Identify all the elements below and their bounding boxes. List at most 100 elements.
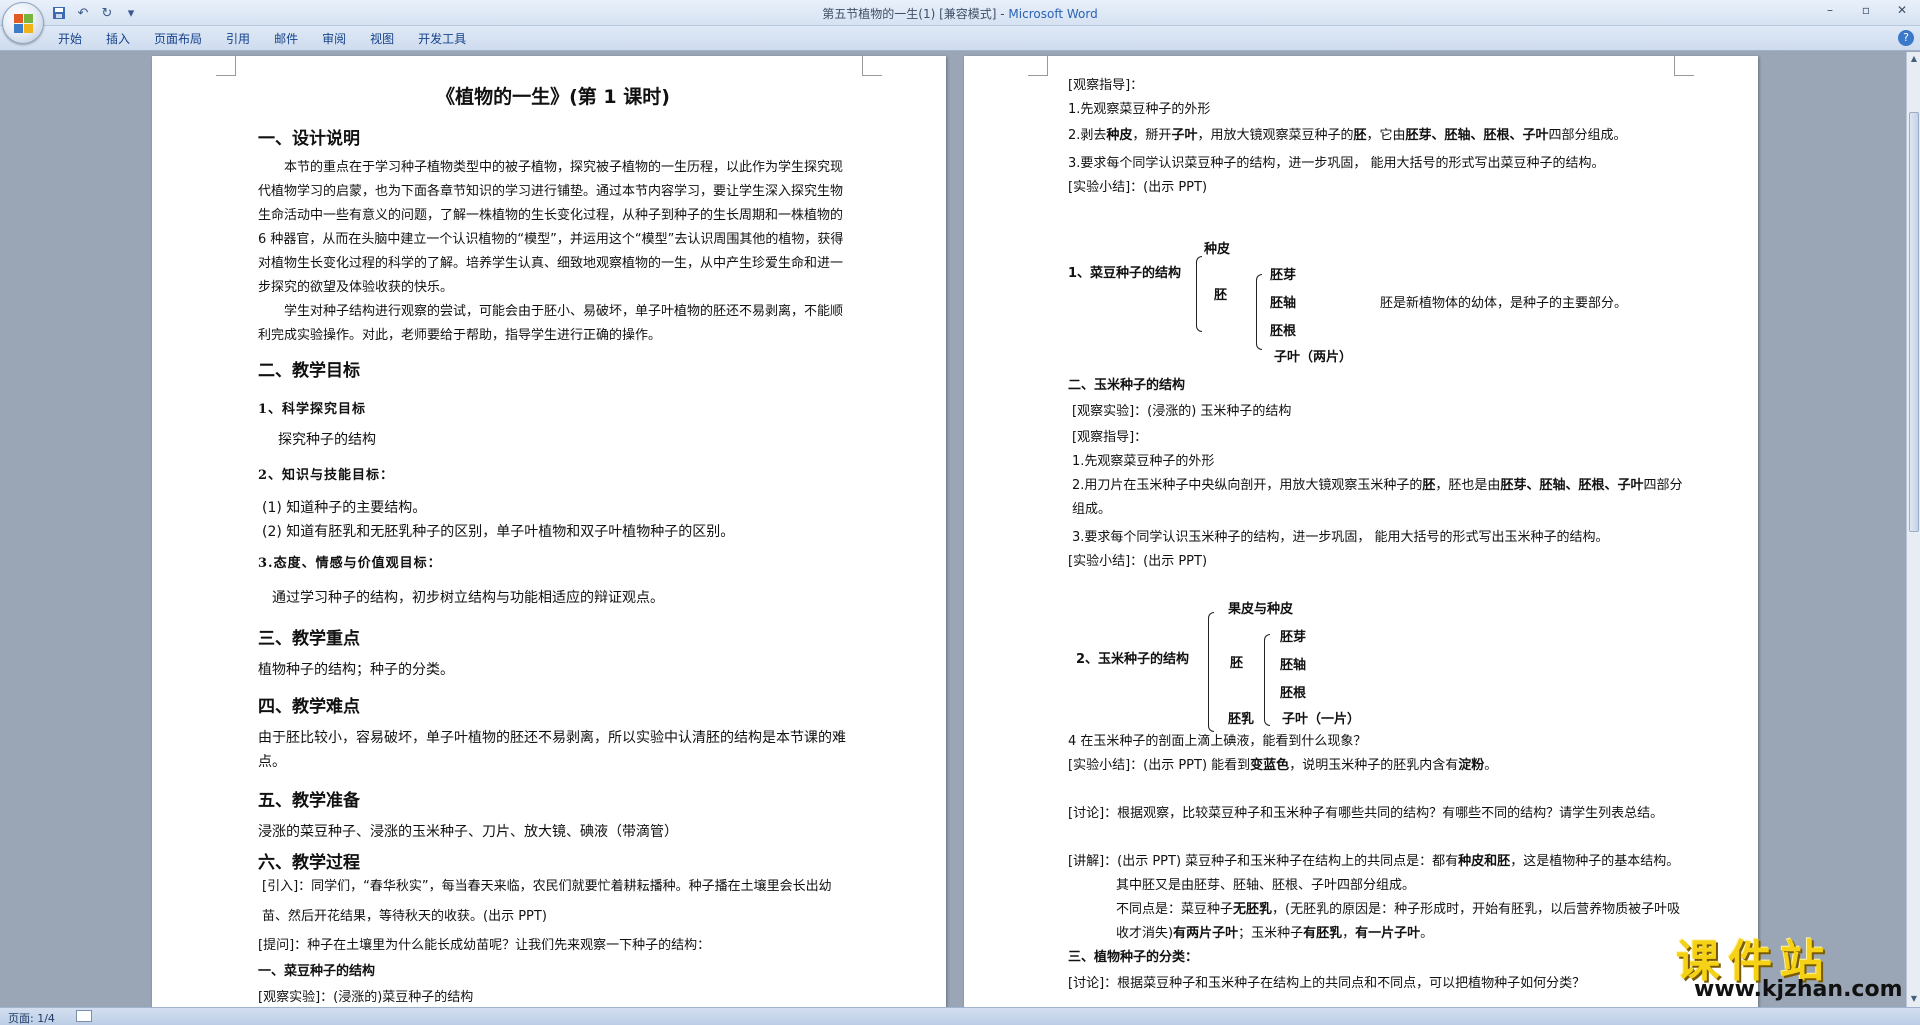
diagram-note: 胚是新植物体的幼体，是种子的主要部分。 <box>1380 296 1628 311</box>
tab-developer[interactable]: 开发工具 <box>406 29 478 49</box>
diagram-node: 胚芽 <box>1270 268 1297 283</box>
diagram-node: 胚轴 <box>1270 296 1297 311</box>
vertical-scrollbar[interactable]: ▲ ▼ <box>1906 52 1920 1007</box>
diagram-node: 子叶（一片） <box>1282 712 1361 727</box>
section-heading: 三、植物种子的分类： <box>1068 950 1199 965</box>
tab-references[interactable]: 引用 <box>214 29 262 49</box>
scroll-down-icon[interactable]: ▼ <box>1907 992 1920 1006</box>
diagram-node: 果皮与种皮 <box>1228 602 1294 617</box>
diagram-node: 胚根 <box>1280 686 1307 701</box>
text-run: ，胚也是由 <box>1435 478 1501 493</box>
diagram-node: 胚芽 <box>1280 630 1307 645</box>
list-item: 3.要求每个同学认识菜豆种子的结构，进一步巩固， 能用大括号的形式写出菜豆种子的… <box>1068 156 1605 171</box>
section-heading: 二、玉米种子的结构 <box>1068 378 1186 393</box>
text-run: 胚 <box>1422 478 1436 493</box>
crop-mark <box>862 56 882 76</box>
document-page-1: 《植物的一生》(第 1 课时) 一、设计说明 本节的重点在于学习种子植物类型中的… <box>152 56 946 1007</box>
list-item: 2.剥去种皮，掰开子叶，用放大镜观察菜豆种子的胚，它由胚芽、胚轴、胚根、子叶四部… <box>1068 124 1688 148</box>
close-button[interactable]: ✕ <box>1884 0 1920 20</box>
text-run: [实验小结]：(出示 PPT) 能看到 <box>1068 758 1251 773</box>
text-run: 不同点是：菜豆种子 <box>1116 902 1234 917</box>
diagram-label: 2、玉米种子的结构 <box>1076 652 1190 667</box>
text-run: 胚 <box>1353 128 1367 143</box>
list-item: 2.用刀片在玉米种子中央纵向剖开，用放大镜观察玉米种子的胚，胚也是由胚芽、胚轴、… <box>1072 474 1692 522</box>
section-heading: 二、教学目标 <box>258 361 360 381</box>
text-run: 有胚乳 <box>1303 926 1343 941</box>
language-icon[interactable] <box>76 1010 92 1022</box>
subsection-heading: 一、菜豆种子的结构 <box>258 964 376 979</box>
text-run: ，用放大镜观察菜豆种子的 <box>1197 128 1354 143</box>
paragraph: [观察指导]： <box>1068 78 1144 93</box>
paragraph: [观察实验]：(浸涨的)菜豆种子的结构 <box>258 990 474 1005</box>
tab-insert[interactable]: 插入 <box>94 29 142 49</box>
office-button[interactable] <box>2 2 44 44</box>
text-run: 有两片子叶 <box>1173 926 1239 941</box>
page-count[interactable]: 页面: 1/4 <box>8 1010 55 1025</box>
tab-mailings[interactable]: 邮件 <box>262 29 310 49</box>
section-heading: 六、教学过程 <box>258 853 360 873</box>
crop-mark <box>1674 56 1694 76</box>
tab-view[interactable]: 视图 <box>358 29 406 49</box>
paragraph: 4 在玉米种子的剖面上滴上碘液，能看到什么现象？ <box>1068 734 1367 749</box>
list-item: (1) 知道种子的主要结构。 <box>262 500 427 516</box>
text-run: 有一片子叶 <box>1355 926 1421 941</box>
diagram-node: 子叶（两片） <box>1274 350 1353 365</box>
paragraph: 探究种子的结构 <box>278 432 376 448</box>
watermark: 课件站 www.kjzhan.com <box>1668 925 1908 1005</box>
list-item: (2) 知道有胚乳和无胚乳种子的区别，单子叶植物和双子叶植物种子的区别。 <box>262 524 735 540</box>
brace-line <box>1196 256 1202 332</box>
subsection-heading: 2、知识与技能目标： <box>258 468 395 483</box>
watermark-url: www.kjzhan.com <box>1694 977 1903 1002</box>
text-run: 2.用刀片在玉米种子中央纵向剖开，用放大镜观察玉米种子的 <box>1072 478 1423 493</box>
tab-page-layout[interactable]: 页面布局 <box>142 29 214 49</box>
document-workspace: 《植物的一生》(第 1 课时) 一、设计说明 本节的重点在于学习种子植物类型中的… <box>0 52 1906 1007</box>
text-run: ，它由 <box>1366 128 1406 143</box>
section-heading: 五、教学准备 <box>258 791 360 811</box>
scrollbar-thumb[interactable] <box>1909 112 1919 532</box>
maximize-button[interactable]: ▫ <box>1848 0 1884 20</box>
paragraph: 植物种子的结构；种子的分类。 <box>258 662 454 678</box>
section-heading: 一、设计说明 <box>258 129 360 149</box>
diagram-label: 1、菜豆种子的结构 <box>1068 266 1182 281</box>
text-run: 四部分组成。 <box>1548 128 1627 143</box>
text-run: 胚芽、胚轴、胚根、子叶 <box>1405 128 1549 143</box>
list-item: 3.要求每个同学认识玉米种子的结构，进一步巩固， 能用大括号的形式写出玉米种子的… <box>1072 530 1609 545</box>
crop-mark <box>1028 56 1048 76</box>
text-run: 。 <box>1484 758 1498 773</box>
text-run: ，说明玉米种子的胚乳内含有 <box>1289 758 1459 773</box>
paragraph: [观察指导]： <box>1072 430 1148 445</box>
page-title: 《植物的一生》(第 1 课时) <box>436 86 670 108</box>
document-name: 第五节植物的一生(1) [兼容模式] - <box>822 7 1009 21</box>
paragraph: [讲解]：(出示 PPT) 菜豆种子和玉米种子在结构上的共同点是：都有种皮和胚，… <box>1068 850 1688 898</box>
paragraph: 不同点是：菜豆种子无胚乳，(无胚乳的原因是：种子形成时，开始有胚乳，以后营养物质… <box>1116 898 1688 946</box>
text-run: [讲解]：(出示 PPT) 菜豆种子和玉米种子在结构上的共同点是：都有 <box>1068 854 1459 869</box>
list-item: 1.先观察菜豆种子的外形 <box>1072 454 1215 469</box>
status-bar: 页面: 1/4 <box>0 1007 1920 1025</box>
diagram-node: 胚 <box>1230 656 1244 671</box>
minimize-button[interactable]: – <box>1812 0 1848 20</box>
help-icon[interactable]: ? <box>1898 30 1914 46</box>
paragraph: 通过学习种子的结构，初步树立结构与功能相适应的辩证观点。 <box>272 590 664 606</box>
diagram-node: 胚轴 <box>1280 658 1307 673</box>
paragraph: 学生对种子结构进行观察的尝试，可能会由于胚小、易破坏，单子叶植物的胚还不易剥离，… <box>258 304 844 343</box>
app-name: Microsoft Word <box>1008 7 1098 21</box>
tab-home[interactable]: 开始 <box>46 29 94 49</box>
paragraph: [讨论]：根据观察，比较菜豆种子和玉米种子有哪些共同的结构？有哪些不同的结构？请… <box>1068 806 1664 821</box>
text-run: 变蓝色 <box>1250 758 1290 773</box>
window-title: 第五节植物的一生(1) [兼容模式] - Microsoft Word <box>0 5 1920 22</box>
subsection-heading: 3.态度、情感与价值观目标： <box>258 556 442 571</box>
list-item: 1.先观察菜豆种子的外形 <box>1068 102 1211 117</box>
text-run: ；玉米种子 <box>1238 926 1304 941</box>
section-heading: 四、教学难点 <box>258 697 360 717</box>
paragraph: 本节的重点在于学习种子植物类型中的被子植物，探究被子植物的一生历程，以此作为学生… <box>258 160 844 295</box>
paragraph: [实验小结]：(出示 PPT) <box>1068 554 1208 569</box>
paragraph: [实验小结]：(出示 PPT) <box>1068 180 1208 195</box>
diagram-node: 胚乳 <box>1228 712 1255 727</box>
text-run: 种皮 <box>1106 128 1133 143</box>
paragraph: [观察实验]：(浸涨的) 玉米种子的结构 <box>1072 404 1292 419</box>
paragraph: 由于胚比较小，容易破坏，单子叶植物的胚还不易剥离，所以实验中认清胚的结构是本节课… <box>258 730 846 770</box>
scroll-up-icon[interactable]: ▲ <box>1907 52 1920 66</box>
tab-review[interactable]: 审阅 <box>310 29 358 49</box>
paragraph: [实验小结]：(出示 PPT) 能看到变蓝色，说明玉米种子的胚乳内含有淀粉。 <box>1068 754 1688 778</box>
brace-line <box>1208 612 1214 732</box>
